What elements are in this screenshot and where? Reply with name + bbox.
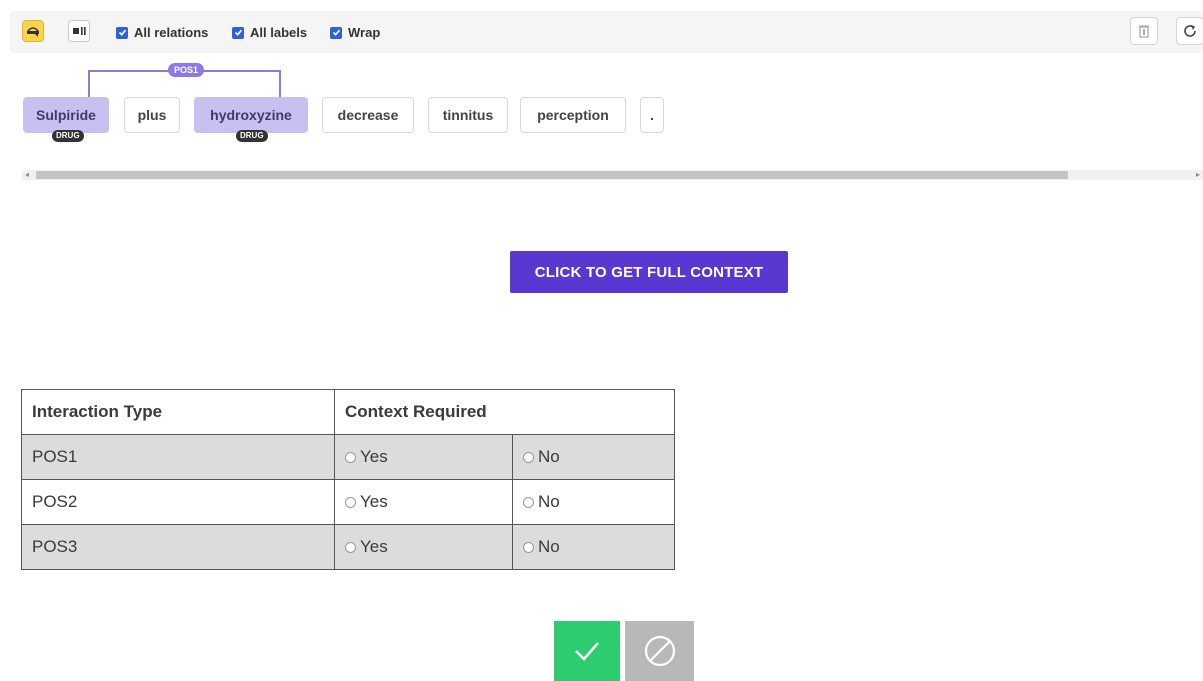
interaction-type-cell: POS2 xyxy=(21,479,335,525)
yes-radio-option[interactable]: Yes xyxy=(334,434,513,480)
no-radio-option[interactable]: No xyxy=(512,434,675,480)
no-radio-option[interactable]: No xyxy=(512,524,675,570)
checkbox-checked-icon xyxy=(330,26,342,39)
token-hydroxyzine[interactable]: hydroxyzine xyxy=(194,97,308,133)
radio-icon[interactable] xyxy=(345,541,356,553)
interaction-table: Interaction Type Context Required POS1 Y… xyxy=(21,389,675,570)
yes-radio-option[interactable]: Yes xyxy=(334,479,513,525)
radio-icon[interactable] xyxy=(523,496,534,508)
entity-label-sulpiride: DRUG xyxy=(52,130,84,142)
accept-button[interactable] xyxy=(554,621,620,681)
token-perception[interactable]: perception xyxy=(520,97,626,133)
reject-button[interactable] xyxy=(625,621,694,681)
token-sulpiride[interactable]: Sulpiride xyxy=(23,97,109,133)
table-header-row: Interaction Type Context Required xyxy=(21,389,675,435)
get-full-context-button[interactable]: CLICK TO GET FULL CONTEXT xyxy=(510,251,788,293)
no-label: No xyxy=(538,492,560,511)
entity-label-hydroxyzine: DRUG xyxy=(236,130,268,142)
table-row: POS3 Yes No xyxy=(21,524,675,570)
refresh-icon xyxy=(1184,25,1196,37)
header-interaction-type: Interaction Type xyxy=(21,389,335,435)
no-label: No xyxy=(538,447,560,466)
wrap-label: Wrap xyxy=(348,25,381,40)
scroll-left-icon[interactable]: ◂ xyxy=(25,170,29,180)
scrollbar-thumb[interactable] xyxy=(36,171,1068,179)
interaction-type-cell: POS3 xyxy=(21,524,335,570)
interaction-type-cell: POS1 xyxy=(21,434,335,480)
yes-label: Yes xyxy=(360,447,388,466)
relation-label[interactable]: POS1 xyxy=(168,63,205,77)
header-context-required: Context Required xyxy=(334,389,675,435)
yes-label: Yes xyxy=(360,492,388,511)
token-plus[interactable]: plus xyxy=(124,97,180,133)
delete-button[interactable] xyxy=(1130,17,1158,45)
table-row: POS1 Yes No xyxy=(21,434,675,480)
radio-icon[interactable] xyxy=(345,496,356,508)
scroll-right-icon[interactable]: ▸ xyxy=(1196,170,1200,180)
token-period[interactable]: . xyxy=(640,97,664,133)
no-label: No xyxy=(538,537,560,556)
yes-label: Yes xyxy=(360,537,388,556)
refresh-button[interactable] xyxy=(1176,17,1203,45)
trash-icon xyxy=(1139,25,1149,38)
radio-icon[interactable] xyxy=(523,451,534,463)
yes-radio-option[interactable]: Yes xyxy=(334,524,513,570)
token-tinnitus[interactable]: tinnitus xyxy=(428,97,508,133)
token-decrease[interactable]: decrease xyxy=(322,97,414,133)
wrap-checkbox[interactable]: Wrap xyxy=(330,25,380,40)
ban-icon xyxy=(644,635,675,667)
radio-icon[interactable] xyxy=(345,451,356,463)
checkmark-icon xyxy=(575,642,599,661)
no-radio-option[interactable]: No xyxy=(512,479,675,525)
radio-icon[interactable] xyxy=(523,541,534,553)
relation-connector xyxy=(88,70,281,98)
table-row: POS2 Yes No xyxy=(21,479,675,525)
